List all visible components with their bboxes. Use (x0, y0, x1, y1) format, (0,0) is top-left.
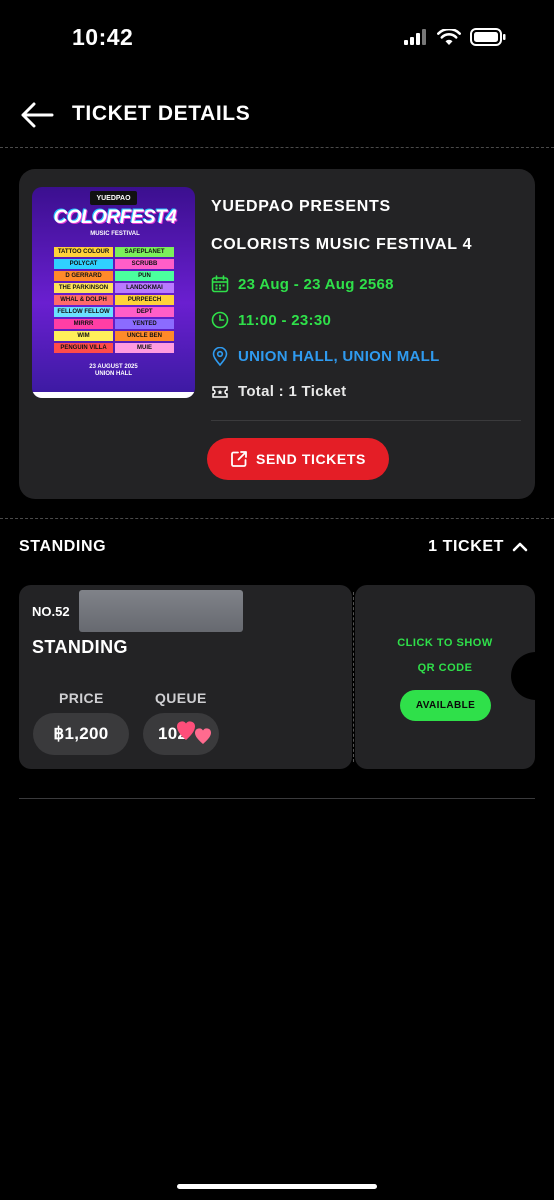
header-divider (0, 147, 554, 148)
price-pill: ฿1,200 (33, 713, 129, 755)
send-tickets-label: SEND TICKETS (256, 451, 366, 467)
lineup-act: LANDOKMAI (115, 283, 174, 293)
lineup-act: WIM (54, 331, 113, 341)
ticket-type: STANDING (32, 637, 128, 657)
lineup-act: TATTOO COLOUR (54, 247, 113, 257)
poster-date-block: 23 AUGUST 2025 UNION HALL (32, 364, 195, 378)
qr-line-1[interactable]: CLICK TO SHOW (355, 637, 535, 649)
redacted-block (79, 590, 243, 632)
status-badge: AVAILABLE (400, 690, 491, 721)
event-venue-row[interactable]: UNION HALL, UNION MALL (211, 347, 440, 366)
poster-date: 23 AUGUST 2025 (89, 364, 138, 370)
section-count: 1 TICKET (428, 538, 504, 555)
lineup-act: PENGUIN VILLA (54, 343, 113, 353)
battery-icon (470, 28, 506, 46)
ticket-stub[interactable] (355, 585, 535, 769)
price-label: PRICE (59, 690, 104, 706)
event-time-row: 11:00 - 23:30 (211, 311, 331, 329)
lineup-act: PURPEECH (115, 295, 174, 305)
lineup-act: SCRUBB (115, 259, 174, 269)
event-divider (211, 420, 521, 421)
lineup-act: PUN (115, 271, 174, 281)
content-divider (19, 798, 535, 799)
lineup-act: THE PARKINSON (54, 283, 113, 293)
ticket-total-row: Total : 1 Ticket (211, 383, 346, 400)
lineup-act: D GERRARD (54, 271, 113, 281)
home-indicator[interactable] (177, 1184, 377, 1189)
event-poster[interactable]: YUEDPAO COLORFEST4 MUSIC FESTIVAL TATTOO… (32, 187, 195, 398)
ticket-notch (511, 652, 554, 700)
lineup-act: POLYCAT (54, 259, 113, 269)
poster-publisher: YUEDPAO (90, 191, 137, 205)
signal-icon (404, 29, 426, 45)
location-pin-icon (212, 347, 228, 366)
ticket-total: Total : 1 Ticket (238, 383, 347, 400)
poster-footer (32, 392, 195, 398)
poster-title: COLORFEST4 (53, 207, 177, 228)
section-title: STANDING (19, 538, 107, 555)
section-divider (0, 518, 554, 519)
lineup-act: UNCLE BEN (115, 331, 174, 341)
qr-line-2[interactable]: QR CODE (355, 662, 535, 674)
lineup-act: FELLOW FELLOW (54, 307, 113, 317)
lineup-act: DEPT (115, 307, 174, 317)
lineup-act: SAFEPLANET (115, 247, 174, 257)
event-presenter: YUEDPAO PRESENTS (211, 198, 391, 215)
poster-venue: UNION HALL (95, 371, 132, 377)
queue-label: QUEUE (155, 690, 207, 706)
lineup-act: MIRRR (54, 319, 113, 329)
price-value: ฿1,200 (53, 724, 109, 743)
wifi-icon (437, 28, 461, 45)
section-toggle[interactable]: 1 TICKET (428, 538, 528, 556)
lineup-act: MUIE (115, 343, 174, 353)
lineup-act: WHAL & DOLPH (54, 295, 113, 305)
event-date: 23 Aug - 23 Aug 2568 (238, 275, 394, 293)
clock-icon (211, 311, 229, 329)
status-badge-label: AVAILABLE (415, 700, 476, 711)
lineup-act: YENTED (115, 319, 174, 329)
event-time: 11:00 - 23:30 (238, 311, 332, 329)
send-tickets-button[interactable]: SEND TICKETS (207, 438, 389, 480)
calendar-icon (211, 275, 229, 293)
status-icons (404, 28, 506, 46)
heart-stickers-icon (177, 721, 211, 744)
event-name: COLORISTS MUSIC FESTIVAL 4 (211, 236, 473, 253)
poster-subtitle: MUSIC FESTIVAL (90, 231, 140, 237)
page-title: TICKET DETAILS (72, 102, 251, 125)
chevron-up-icon (512, 542, 528, 552)
event-venue: UNION HALL, UNION MALL (238, 348, 440, 365)
event-date-row: 23 Aug - 23 Aug 2568 (211, 275, 394, 293)
back-arrow-icon[interactable] (20, 100, 54, 130)
poster-lineup: TATTOO COLOUR SAFEPLANET POLYCAT SCRUBB D … (54, 247, 174, 355)
external-link-icon (231, 451, 247, 467)
ticket-perforation (353, 592, 354, 762)
ticket-icon (212, 385, 228, 398)
ticket-number: NO.52 (32, 604, 70, 619)
status-time: 10:42 (72, 24, 134, 50)
